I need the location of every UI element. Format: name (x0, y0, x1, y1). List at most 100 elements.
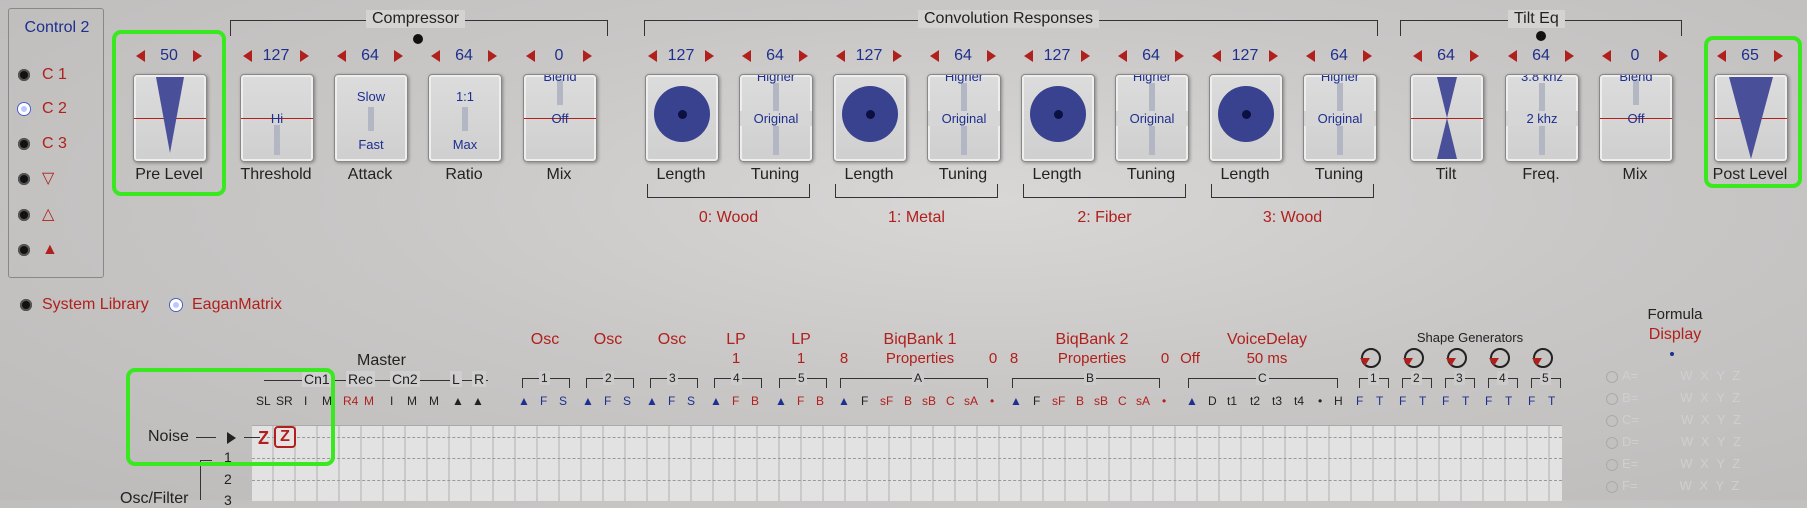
shape-generator-2-icon[interactable] (1403, 348, 1424, 368)
decrement-arrow-icon[interactable] (337, 50, 346, 62)
master-group-r: R (472, 371, 487, 387)
decrement-arrow-icon[interactable] (1413, 50, 1422, 62)
decrement-arrow-icon[interactable] (526, 50, 535, 62)
eaganmatrix-radio[interactable]: EaganMatrix (170, 296, 282, 314)
shape-generator-3-icon[interactable] (1446, 348, 1467, 368)
control-item-c2[interactable]: C 2 (18, 98, 67, 120)
control-item-up-triangle[interactable]: △ (18, 204, 54, 226)
decrement-arrow-icon[interactable] (930, 50, 939, 62)
shape-generator-4-icon[interactable] (1489, 348, 1510, 368)
ratio-display[interactable]: 1:1 Max (428, 74, 502, 162)
decrement-arrow-icon[interactable] (1717, 50, 1726, 62)
threshold-text: Hi (270, 111, 284, 126)
tilt-display[interactable] (1410, 74, 1484, 162)
control-item-down-triangle[interactable]: ▽ (18, 168, 54, 190)
compressor-indicator-dot (413, 34, 423, 44)
system-library-radio[interactable]: System Library (20, 296, 149, 314)
decrement-arrow-icon[interactable] (243, 50, 252, 62)
row-number-3: 3 (224, 492, 232, 508)
biqbank2-n: 0 (1160, 350, 1170, 367)
control-item-filled-triangle[interactable]: ▲ (18, 239, 58, 261)
noise-row-label: Noise (148, 428, 189, 445)
conv0-length-display[interactable] (645, 74, 719, 162)
increment-arrow-icon[interactable] (1470, 50, 1479, 62)
control-panel-title: Control 2 (24, 19, 90, 36)
formula-row-b[interactable]: B= W X Y Z (1606, 390, 1742, 412)
radio-dot-icon (18, 68, 30, 81)
decrement-arrow-icon[interactable] (648, 50, 657, 62)
increment-arrow-icon[interactable] (799, 50, 808, 62)
conv3-tuning-mid-text: Original (1304, 111, 1376, 126)
shape-generator-1-icon[interactable] (1360, 348, 1381, 368)
conv1-sublabel: 1: Metal (888, 209, 945, 226)
decrement-arrow-icon[interactable] (1508, 50, 1517, 62)
conv2-bracket (1023, 184, 1186, 198)
conv0-tuning-display[interactable]: Higher Original (739, 74, 813, 162)
increment-arrow-icon[interactable] (1269, 50, 1278, 62)
lp5-header: LP (791, 331, 811, 348)
freq-display[interactable]: 3.8 khz 2 khz (1505, 74, 1579, 162)
increment-arrow-icon[interactable] (1363, 50, 1372, 62)
post-level-display[interactable] (1714, 74, 1788, 162)
compressor-title: Compressor (366, 10, 466, 28)
increment-arrow-icon[interactable] (583, 50, 592, 62)
ratio-top-text: 1:1 (455, 89, 475, 104)
conv2-tuning-display[interactable]: Higher Original (1115, 74, 1189, 162)
increment-arrow-icon[interactable] (300, 50, 309, 62)
conv0-tuning-top-text: Higher (756, 74, 796, 84)
conv0-sublabel: 0: Wood (698, 209, 759, 226)
compressor-mix-top-text: Blend (543, 74, 577, 84)
decrement-arrow-icon[interactable] (431, 50, 440, 62)
increment-arrow-icon[interactable] (1659, 50, 1668, 62)
tilt-mix-display[interactable]: Blend Off (1599, 74, 1673, 162)
increment-arrow-icon[interactable] (394, 50, 403, 62)
radio-dot-icon (18, 243, 30, 256)
conv3-length-display[interactable] (1209, 74, 1283, 162)
conv0-bracket (647, 184, 810, 198)
conv2-length-display[interactable] (1021, 74, 1095, 162)
master-group-l: L (450, 371, 462, 387)
control-item-c1[interactable]: C 1 (18, 64, 67, 86)
increment-arrow-icon[interactable] (1175, 50, 1184, 62)
increment-arrow-icon[interactable] (488, 50, 497, 62)
formula-display-link[interactable]: Display (1640, 326, 1710, 344)
formula-row-c[interactable]: C= W X Y Z (1606, 412, 1743, 434)
biqbank1-n: 0 (988, 350, 998, 367)
decrement-arrow-icon[interactable] (1024, 50, 1033, 62)
decrement-arrow-icon[interactable] (1602, 50, 1611, 62)
increment-arrow-icon[interactable] (193, 50, 202, 62)
decrement-arrow-icon[interactable] (1306, 50, 1315, 62)
formula-row-d[interactable]: D= W X Y Z (1606, 434, 1743, 456)
increment-arrow-icon[interactable] (1565, 50, 1574, 62)
conv3-tuning-display[interactable]: Higher Original (1303, 74, 1377, 162)
length-circle-icon (842, 86, 898, 142)
decrement-arrow-icon[interactable] (1212, 50, 1221, 62)
noise-z-selected-icon[interactable]: Z (274, 426, 296, 448)
increment-arrow-icon[interactable] (987, 50, 996, 62)
attack-display[interactable]: Slow Fast (334, 74, 408, 162)
conv1-tuning-display[interactable]: Higher Original (927, 74, 1001, 162)
threshold-display[interactable]: Hi (240, 74, 314, 162)
radio-dot-icon (1606, 414, 1618, 427)
formula-row-a[interactable]: A= W X Y Z (1606, 368, 1742, 390)
pre-level-display[interactable] (133, 74, 207, 162)
decrement-arrow-icon[interactable] (136, 50, 145, 62)
formula-row-e[interactable]: E= W X Y Z (1606, 456, 1742, 478)
shape-generators-title: Shape Generators (1416, 330, 1524, 345)
module-column-letters: ▲ F S ▲ F S ▲ F S ▲ F B ▲ F B ▲ FsF BsB CsA • ▲ FsF BsB C… (518, 394, 1556, 408)
formula-row-f[interactable]: F= W X Y Z (1606, 478, 1741, 500)
increment-arrow-icon[interactable] (1774, 50, 1783, 62)
increment-arrow-icon[interactable] (705, 50, 714, 62)
control-item-c3[interactable]: C 3 (18, 133, 67, 155)
increment-arrow-icon[interactable] (893, 50, 902, 62)
decrement-arrow-icon[interactable] (742, 50, 751, 62)
shape-generator-5-icon[interactable] (1532, 348, 1553, 368)
level-wedge-icon (1729, 77, 1773, 159)
lp4-sub: 1 (731, 350, 741, 367)
compressor-mix-display[interactable]: Blend Off (523, 74, 597, 162)
increment-arrow-icon[interactable] (1081, 50, 1090, 62)
noise-z-icon[interactable]: Z (258, 428, 274, 448)
conv1-length-display[interactable] (833, 74, 907, 162)
decrement-arrow-icon[interactable] (1118, 50, 1127, 62)
decrement-arrow-icon[interactable] (836, 50, 845, 62)
